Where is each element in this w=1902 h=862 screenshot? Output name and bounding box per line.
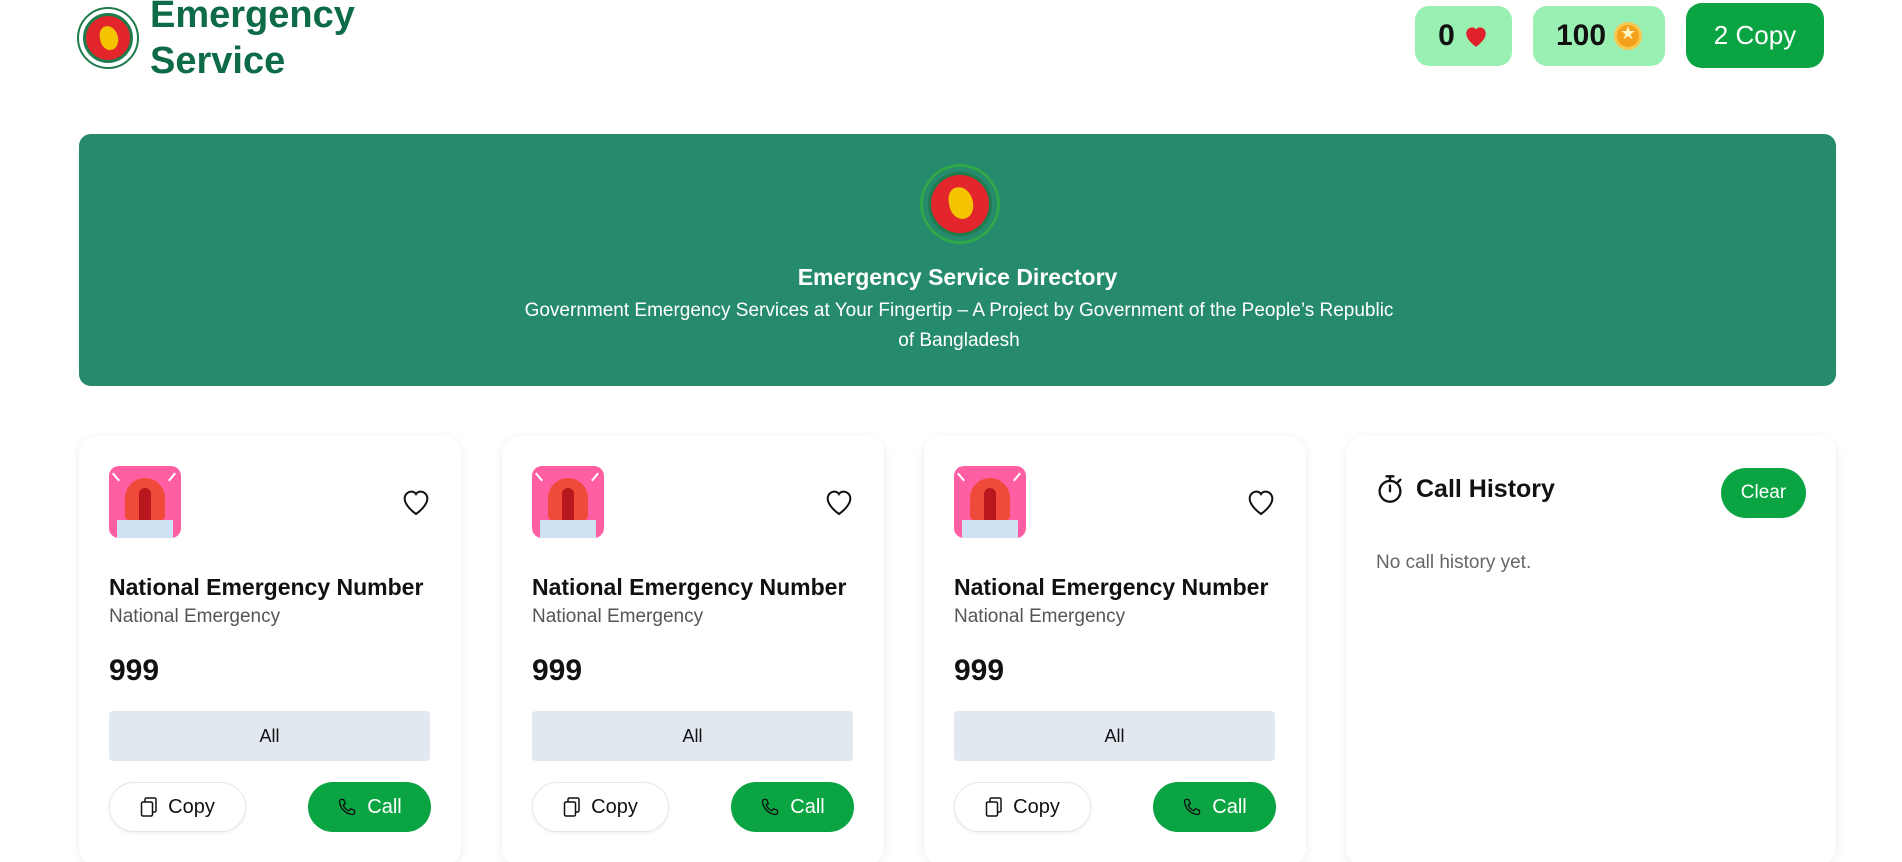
copy-icon (985, 797, 1002, 817)
call-button[interactable]: Call (308, 782, 431, 832)
favorite-heart-icon[interactable] (399, 486, 433, 520)
stopwatch-icon (1378, 475, 1402, 503)
brand-title: Emergency Service (150, 0, 355, 82)
service-number: 999 (109, 654, 160, 687)
siren-icon (109, 466, 181, 538)
clear-history-button[interactable]: Clear (1721, 468, 1806, 518)
service-card: National Emergency Number National Emerg… (924, 436, 1306, 862)
call-history-title: Call History (1416, 474, 1555, 503)
copy-button[interactable]: Copy (954, 782, 1091, 832)
favorite-heart-icon[interactable] (822, 486, 856, 520)
category-tag: All (109, 711, 430, 761)
heart-icon (1466, 27, 1486, 47)
coin-icon (1614, 22, 1643, 50)
call-label: Call (1212, 795, 1247, 818)
category-tag: All (954, 711, 1275, 761)
copy-label: Copy (1013, 795, 1060, 818)
phone-icon (1184, 798, 1201, 816)
call-label: Call (790, 795, 825, 818)
hero-banner: Emergency Service Directory Government E… (79, 134, 1836, 386)
copy-label: Copy (168, 795, 215, 818)
phone-icon (339, 798, 356, 816)
service-title: National Emergency Number (109, 574, 424, 600)
service-title: National Emergency Number (954, 574, 1269, 600)
service-title: National Emergency Number (532, 574, 847, 600)
service-subtitle: National Emergency (109, 606, 281, 627)
call-history-header: Call History (1376, 474, 1555, 504)
copy-button[interactable]: Copy (109, 782, 246, 832)
coin-count-badge: 100 (1533, 6, 1665, 66)
copy-icon (140, 797, 157, 817)
government-seal-icon (77, 7, 139, 69)
siren-icon (954, 466, 1026, 538)
service-number: 999 (954, 654, 1005, 687)
banner-title: Emergency Service Directory (797, 264, 1118, 290)
phone-icon (762, 798, 779, 816)
call-button[interactable]: Call (731, 782, 854, 832)
call-label: Call (367, 795, 402, 818)
banner-subtitle: Government Emergency Services at Your Fi… (524, 300, 1394, 351)
call-button[interactable]: Call (1153, 782, 1276, 832)
service-card: National Emergency Number National Emerg… (79, 436, 461, 862)
copy-icon (563, 797, 580, 817)
heart-count-badge: 0 (1415, 6, 1512, 66)
service-card: National Emergency Number National Emerg… (502, 436, 884, 862)
government-seal-icon (920, 164, 1000, 244)
coin-count: 100 (1555, 19, 1607, 52)
empty-history-text: No call history yet. (1376, 552, 1532, 573)
service-subtitle: National Emergency (954, 606, 1126, 627)
category-tag: All (532, 711, 853, 761)
heart-count: 0 (1438, 19, 1455, 52)
copy-label: Copy (591, 795, 638, 818)
call-history-panel: Call History Clear No call history yet. (1346, 436, 1836, 862)
siren-icon (532, 466, 604, 538)
header: Emergency Service 0 100 2 Copy (0, 0, 1902, 110)
service-subtitle: National Emergency (532, 606, 704, 627)
service-number: 999 (532, 654, 583, 687)
favorite-heart-icon[interactable] (1244, 486, 1278, 520)
copy-count-button[interactable]: 2 Copy (1686, 3, 1824, 68)
copy-button[interactable]: Copy (532, 782, 669, 832)
